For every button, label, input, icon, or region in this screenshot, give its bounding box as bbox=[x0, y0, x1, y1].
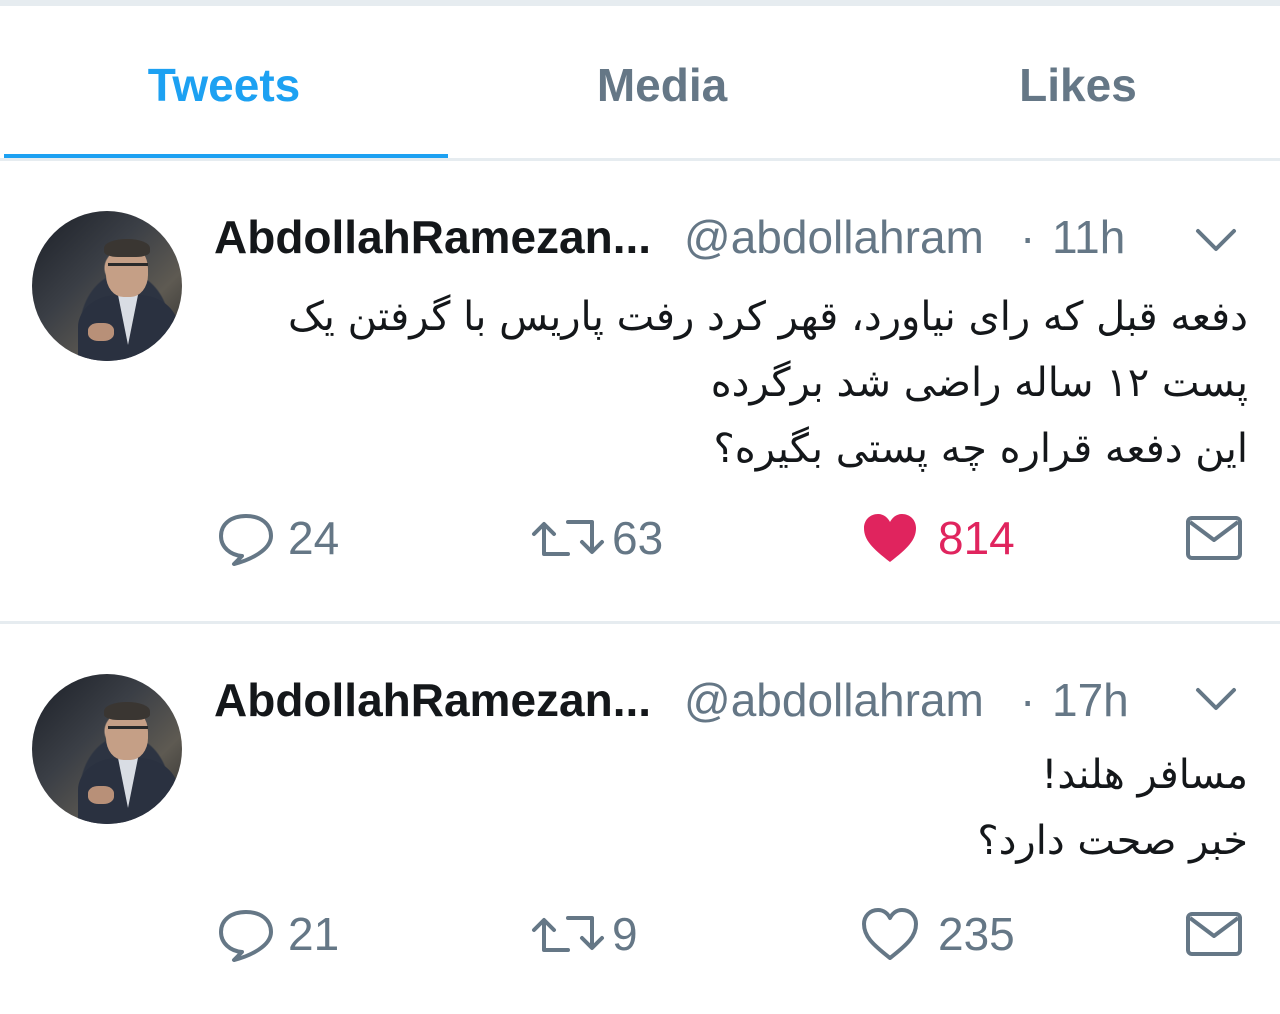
separator-dot: · bbox=[1020, 674, 1036, 726]
tweet-text-line: خبر صحت دارد؟ bbox=[977, 818, 1248, 864]
tweet[interactable]: AbdollahRamezan... @abdollahram · 11h دف… bbox=[0, 161, 1280, 621]
avatar-hand bbox=[88, 786, 114, 804]
user-handle[interactable]: @abdollahram bbox=[684, 670, 984, 730]
like-count: 814 bbox=[938, 512, 1015, 564]
avatar-hair bbox=[104, 702, 150, 720]
like-button[interactable]: 814 bbox=[860, 508, 1015, 568]
tweet-text-line: دفعه قبل که رای نیاورد، قهر کرد رفت پاری… bbox=[287, 294, 1248, 340]
like-count: 235 bbox=[938, 908, 1015, 960]
reply-button[interactable]: 24 bbox=[216, 508, 339, 568]
chevron-down-icon[interactable] bbox=[1192, 221, 1240, 261]
retweet-count: 63 bbox=[612, 512, 664, 564]
envelope-icon bbox=[1186, 912, 1242, 956]
retweet-icon bbox=[532, 916, 604, 952]
tab-media[interactable]: Media bbox=[448, 50, 876, 120]
avatar-glasses bbox=[108, 726, 148, 737]
reply-icon bbox=[219, 910, 273, 962]
avatar-glasses bbox=[108, 263, 148, 274]
avatar-hand bbox=[88, 323, 114, 341]
direct-message-button[interactable] bbox=[1184, 904, 1244, 964]
avatar[interactable] bbox=[32, 211, 182, 361]
tweet-text-line: مسافر هلند! bbox=[1041, 752, 1248, 798]
direct-message-button[interactable] bbox=[1184, 508, 1244, 568]
tweet-text-line: این دفعه قراره چه پستی بگیره؟ bbox=[713, 426, 1248, 472]
reply-count: 21 bbox=[288, 908, 340, 960]
tab-likes[interactable]: Likes bbox=[876, 50, 1280, 120]
tweet-timestamp[interactable]: 11h bbox=[1052, 207, 1125, 267]
tweet-text: دفعه قبل که رای نیاورد، قهر کرد رفت پاری… bbox=[214, 284, 1248, 482]
like-button[interactable]: 235 bbox=[860, 904, 1015, 964]
chevron-down-icon[interactable] bbox=[1192, 680, 1240, 720]
display-name[interactable]: AbdollahRamezan... bbox=[214, 670, 651, 730]
tweet-text-line: پست ۱۲ ساله راضی شد برگرده bbox=[710, 360, 1248, 406]
tweet-text: مسافر هلند! خبر صحت دارد؟ bbox=[214, 742, 1248, 874]
tweet[interactable]: AbdollahRamezan... @abdollahram · 17h مس… bbox=[0, 624, 1280, 1014]
reply-count: 24 bbox=[288, 512, 340, 564]
heart-outline-icon bbox=[862, 908, 918, 960]
avatar[interactable] bbox=[32, 674, 182, 824]
profile-tabs: Tweets Media Likes bbox=[0, 6, 1280, 160]
tweet-timestamp[interactable]: 17h bbox=[1052, 670, 1129, 730]
retweet-icon bbox=[532, 520, 604, 556]
retweet-button[interactable]: 9 bbox=[530, 904, 638, 964]
user-handle[interactable]: @abdollahram bbox=[684, 207, 984, 267]
retweet-button[interactable]: 63 bbox=[530, 508, 663, 568]
avatar-hair bbox=[104, 239, 150, 257]
display-name[interactable]: AbdollahRamezan... bbox=[214, 207, 651, 267]
heart-filled-icon bbox=[864, 514, 916, 562]
retweet-count: 9 bbox=[612, 908, 638, 960]
reply-icon bbox=[219, 514, 273, 566]
envelope-icon bbox=[1186, 516, 1242, 560]
tab-tweets[interactable]: Tweets bbox=[0, 50, 448, 120]
separator-dot: · bbox=[1020, 211, 1036, 263]
reply-button[interactable]: 21 bbox=[216, 904, 339, 964]
